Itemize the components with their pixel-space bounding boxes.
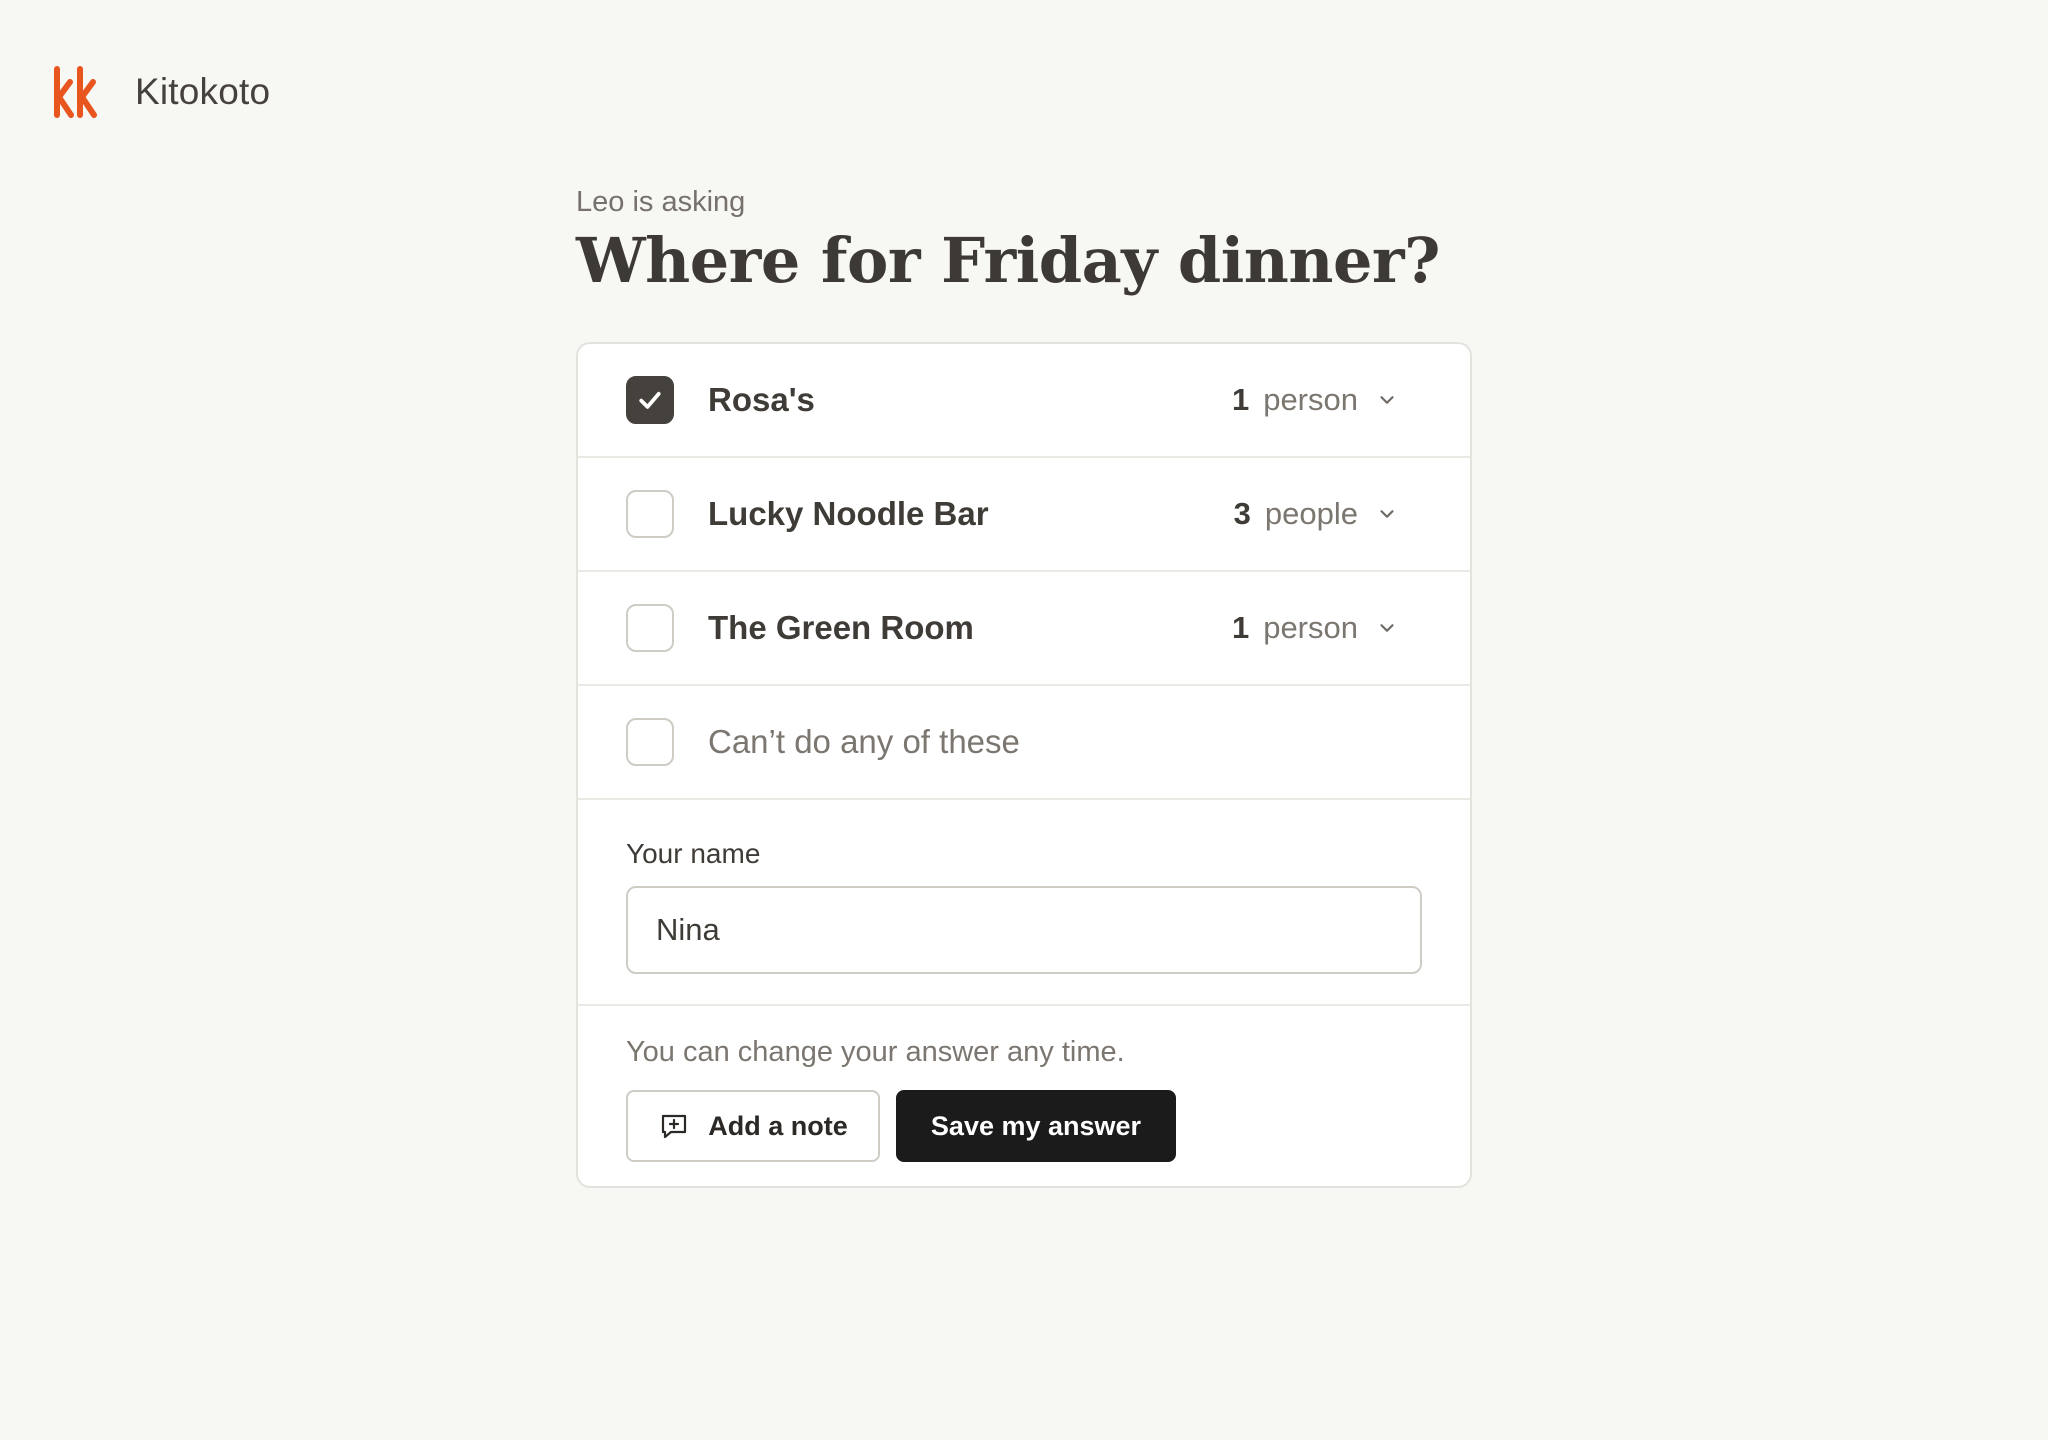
- message-plus-icon: [662, 1114, 687, 1139]
- poll-question: Where for Friday dinner?: [576, 224, 1440, 297]
- kitokoto-logo-icon: [54, 66, 97, 118]
- poll-card: Rosa's 1 person Lucky Noodle Bar 3 peopl…: [576, 342, 1472, 1188]
- option-checkbox-checked[interactable]: [626, 376, 674, 424]
- poll-option[interactable]: The Green Room 1 person: [578, 572, 1470, 686]
- name-input[interactable]: [626, 886, 1422, 974]
- poll-option[interactable]: Rosa's 1 person: [578, 344, 1470, 458]
- responder-count: 1: [1231, 382, 1250, 417]
- option-checkbox[interactable]: [626, 490, 674, 538]
- option-label: Can’t do any of these: [708, 723, 1020, 760]
- option-label: The Green Room: [708, 609, 974, 646]
- chevron-down-icon: [1380, 396, 1394, 404]
- option-label: Lucky Noodle Bar: [708, 495, 989, 532]
- add-note-label: Add a note: [708, 1110, 848, 1141]
- responder-unit: person: [1263, 382, 1358, 417]
- responder-unit: person: [1263, 610, 1358, 645]
- poll-option[interactable]: Lucky Noodle Bar 3 people: [578, 458, 1470, 572]
- responder-count: 3: [1233, 496, 1251, 531]
- check-icon: [639, 391, 661, 409]
- change-answer-hint: You can change your answer any time.: [626, 1036, 1125, 1068]
- save-answer-button[interactable]: Save my answer: [896, 1090, 1176, 1162]
- poll-option-none[interactable]: Can’t do any of these: [578, 686, 1470, 800]
- option-responders-dropdown[interactable]: 3 people: [1234, 496, 1398, 532]
- brand-name: Kitokoto: [135, 71, 271, 112]
- option-label: Rosa's: [708, 381, 815, 418]
- poll-asker: Leo is asking: [576, 186, 746, 218]
- option-responders-dropdown[interactable]: 1 person: [1232, 610, 1398, 646]
- option-checkbox[interactable]: [626, 718, 674, 766]
- option-checkbox[interactable]: [626, 604, 674, 652]
- add-note-button[interactable]: Add a note: [626, 1090, 880, 1162]
- chevron-down-icon: [1380, 624, 1394, 632]
- brand[interactable]: Kitokoto: [53, 66, 270, 118]
- name-label: Your name: [626, 838, 761, 869]
- option-responders-dropdown[interactable]: 1 person: [1232, 382, 1398, 418]
- form-footer: You can change your answer any time. Add…: [578, 1006, 1470, 1186]
- chevron-down-icon: [1380, 510, 1394, 518]
- responder-count: 1: [1231, 610, 1250, 645]
- responder-unit: people: [1264, 496, 1358, 531]
